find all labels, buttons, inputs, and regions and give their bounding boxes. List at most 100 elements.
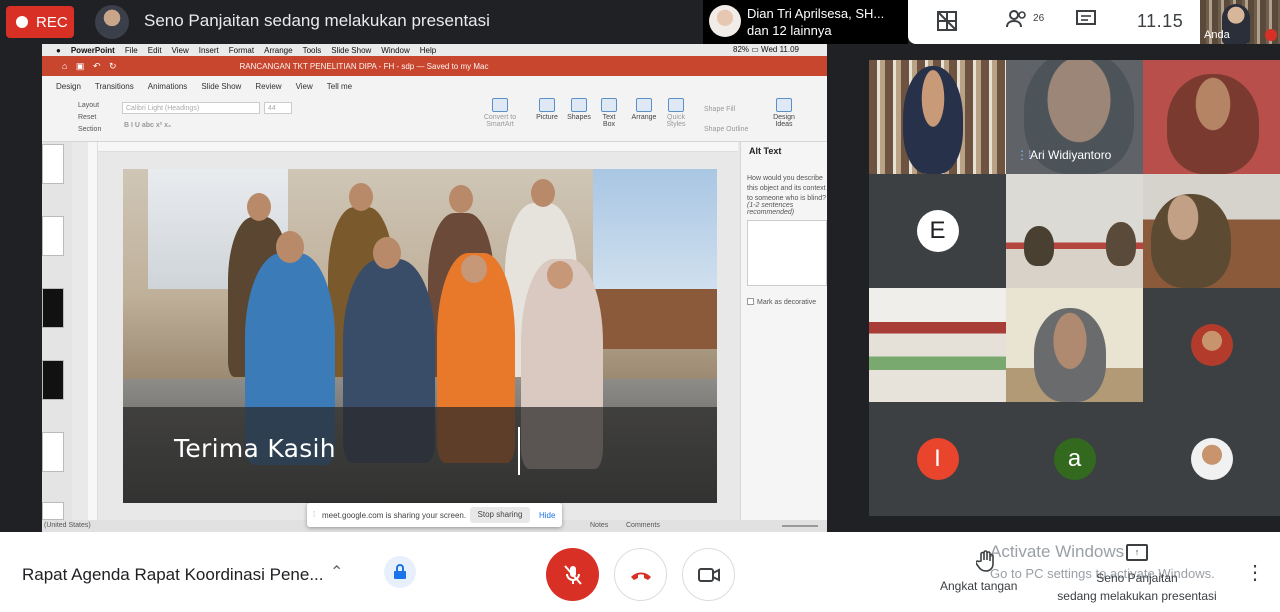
ribbon-quick-styles: Quick Styles bbox=[660, 98, 692, 128]
participant-video bbox=[1024, 226, 1054, 266]
participant-summary[interactable]: Dian Tri Aprilsesa, SH... dan 12 lainnya bbox=[703, 0, 908, 44]
screen-share-bar: ⁞ meet.google.com is sharing your screen… bbox=[307, 503, 562, 527]
participant-tile[interactable]: a bbox=[1006, 402, 1143, 516]
ppt-ribbon: Layout Reset Section Calibri Light (Head… bbox=[42, 96, 827, 142]
tab-review: Review bbox=[255, 81, 282, 91]
ppt-title-bar: ⌂ ▣ ↶ ↻ RANCANGAN TKT PENELITIAN DIPA - … bbox=[42, 56, 827, 76]
mac-menu-tools: Tools bbox=[302, 45, 322, 55]
recording-label: REC bbox=[36, 13, 68, 31]
alt-text-pane: Alt Text How would you describe this obj… bbox=[740, 142, 827, 522]
participant-tile[interactable]: I bbox=[869, 402, 1006, 516]
participant-tile[interactable] bbox=[1143, 174, 1280, 288]
raise-hand-icon[interactable] bbox=[975, 550, 996, 578]
ppt-document-title: RANCANGAN TKT PENELITIAN DIPA - FH - sdp… bbox=[239, 61, 489, 71]
leave-call-button[interactable] bbox=[614, 548, 667, 601]
mic-muted-icon bbox=[1265, 29, 1277, 41]
presenter-line-2: sedang melakukan presentasi bbox=[1057, 589, 1217, 603]
chat-icon[interactable] bbox=[1076, 10, 1096, 33]
ribbon-shape-outline: Shape Outline bbox=[704, 126, 749, 133]
participant-tile[interactable] bbox=[1143, 288, 1280, 402]
top-actions: 26 11.15 bbox=[908, 0, 1200, 44]
ribbon-reset: Reset bbox=[78, 114, 97, 121]
textbox-label: Text Box bbox=[602, 114, 616, 128]
participant-name: Dian Tri Aprilsesa, SH... bbox=[747, 6, 885, 21]
ribbon-picture: Picture bbox=[532, 98, 562, 121]
participant-tile[interactable] bbox=[1143, 60, 1280, 174]
ppt-ribbon-tabs: Design Transitions Animations Slide Show… bbox=[42, 76, 827, 96]
participant-video bbox=[1034, 308, 1106, 402]
host-controls-lock-icon[interactable] bbox=[384, 556, 416, 588]
mac-menu-slideshow: Slide Show bbox=[331, 45, 372, 55]
participant-tile[interactable] bbox=[869, 288, 1006, 402]
participant-avatar-initial: a bbox=[1053, 438, 1096, 480]
participant-grid: ⋮⁞ Ari Widiyantoro E I a bbox=[869, 60, 1280, 516]
mac-menu-edit: Edit bbox=[147, 45, 162, 55]
checkbox-icon bbox=[747, 298, 754, 305]
tab-animations: Animations bbox=[147, 81, 188, 91]
ribbon-size-box: 44 bbox=[264, 102, 292, 114]
stop-sharing-button: Stop sharing bbox=[470, 507, 530, 523]
mic-off-button[interactable] bbox=[546, 548, 599, 601]
people-button[interactable]: 26 bbox=[1006, 10, 1044, 33]
participant-tile[interactable] bbox=[1006, 174, 1143, 288]
ribbon-section: Section bbox=[78, 126, 102, 133]
alt-text-title: Alt Text bbox=[749, 146, 782, 156]
ppt-toolbar-icons: ⌂ ▣ ↶ ↻ bbox=[62, 60, 120, 71]
mac-menu-insert: Insert bbox=[198, 45, 219, 55]
participant-tile[interactable] bbox=[869, 60, 1006, 174]
meet-window: REC Seno Panjaitan sedang melakukan pres… bbox=[0, 0, 1280, 612]
quick-styles-label: Quick Styles bbox=[666, 114, 686, 128]
people-count: 26 bbox=[1033, 13, 1045, 24]
mac-status: 82% ▭ Wed 11.09 bbox=[733, 45, 799, 54]
participant-video bbox=[1151, 194, 1231, 288]
layout-grid-icon[interactable] bbox=[936, 10, 958, 37]
record-dot-icon bbox=[16, 16, 28, 28]
camera-button[interactable] bbox=[682, 548, 735, 601]
ribbon-convert-smartart: Convert to SmartArt bbox=[480, 98, 520, 128]
ribbon-layout: Layout bbox=[78, 102, 100, 109]
photo-person-head bbox=[349, 183, 373, 211]
participant-avatar-initial: E bbox=[916, 210, 959, 252]
presenter-avatar bbox=[95, 5, 129, 39]
picture-icon bbox=[539, 98, 555, 112]
participant-tile[interactable] bbox=[1006, 288, 1143, 402]
photo-person-head bbox=[247, 193, 271, 221]
self-view-tile[interactable]: Anda bbox=[1200, 0, 1280, 44]
participant-avatar-initial: I bbox=[916, 438, 959, 480]
raise-hand-label[interactable]: Angkat tangan bbox=[940, 579, 1017, 593]
drag-handle-icon: ⁞ bbox=[313, 510, 316, 519]
shapes-icon bbox=[571, 98, 587, 112]
slide-thumbnail bbox=[42, 144, 64, 184]
alt-text-decorative: Mark as decorative bbox=[747, 298, 816, 306]
textbox-icon bbox=[601, 98, 617, 112]
meeting-title[interactable]: Rapat Agenda Rapat Koordinasi Pene... bbox=[22, 565, 324, 585]
participant-tile[interactable]: E bbox=[869, 174, 1006, 288]
mic-off-icon bbox=[563, 564, 582, 585]
zoom-slider bbox=[782, 525, 818, 527]
participant-avatar-photo bbox=[1190, 324, 1233, 366]
slide-thumbnail bbox=[42, 502, 64, 520]
participant-tile-active-speaker[interactable]: ⋮⁞ Ari Widiyantoro bbox=[1006, 60, 1143, 174]
present-screen-icon[interactable]: ↑ bbox=[1126, 544, 1148, 561]
presenter-status[interactable]: Seno Panjaitan sedang melakukan presenta… bbox=[1052, 569, 1222, 605]
participant-avatar-photo bbox=[1190, 438, 1233, 480]
alt-text-input bbox=[747, 220, 827, 286]
recording-badge[interactable]: REC bbox=[6, 6, 74, 38]
participant-others: dan 12 lainnya bbox=[747, 23, 832, 38]
participant-name-label: Ari Widiyantoro bbox=[1030, 148, 1112, 162]
status-language: (United States) bbox=[44, 522, 91, 529]
more-options-icon[interactable]: ⋮ bbox=[1245, 560, 1265, 585]
mac-menu-arrange: Arrange bbox=[264, 45, 293, 55]
mac-menu-view: View bbox=[171, 45, 189, 55]
slide-thumbnail bbox=[42, 360, 64, 400]
participant-tile[interactable] bbox=[1143, 402, 1280, 516]
ribbon-textbox: Text Box bbox=[596, 98, 622, 128]
chevron-up-icon[interactable]: ⌃ bbox=[330, 562, 343, 582]
shapes-label: Shapes bbox=[567, 114, 591, 121]
share-message: meet.google.com is sharing your screen. bbox=[322, 511, 467, 520]
slide-thumbnail bbox=[42, 288, 64, 328]
mac-menu-format: Format bbox=[228, 45, 255, 55]
slide-thumbnail bbox=[42, 216, 64, 256]
tab-design: Design bbox=[56, 81, 81, 91]
top-bar: REC Seno Panjaitan sedang melakukan pres… bbox=[0, 0, 1280, 44]
